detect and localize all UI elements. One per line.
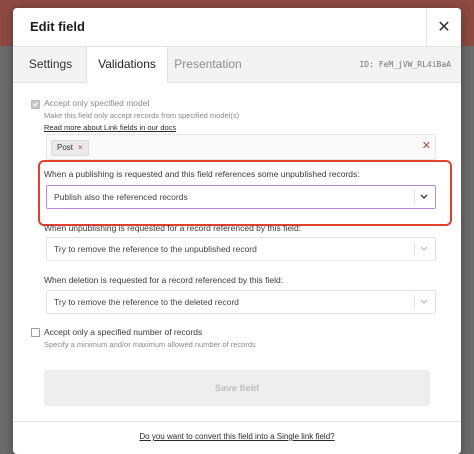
publishing-select-value: Publish also the referenced records	[54, 192, 188, 202]
close-button[interactable]: ✕	[426, 8, 461, 46]
select-divider	[414, 295, 415, 309]
modal-footer: Do you want to convert this field into a…	[13, 421, 461, 454]
close-icon: ✕	[437, 19, 451, 36]
tab-settings[interactable]: Settings	[13, 47, 88, 82]
convert-field-link[interactable]: Do you want to convert this field into a…	[13, 432, 461, 441]
deletion-label: When deletion is requested for a record …	[44, 275, 284, 285]
unpublishing-label: When unpublishing is requested for a rec…	[44, 223, 302, 233]
tab-bar: Settings Validations Presentation ID: Fe…	[13, 47, 461, 83]
modal-title: Edit field	[30, 19, 85, 34]
select-divider	[414, 242, 415, 256]
clear-models-icon[interactable]: ✕	[422, 139, 431, 152]
publishing-select[interactable]: Publish also the referenced records	[46, 185, 436, 209]
chevron-down-icon	[420, 246, 428, 251]
unpublishing-select[interactable]: Try to remove the reference to the unpub…	[46, 237, 436, 261]
accept-model-label: Accept only specified model	[44, 98, 150, 108]
deletion-select[interactable]: Try to remove the reference to the delet…	[46, 290, 436, 314]
save-field-button[interactable]: Save field	[44, 370, 430, 406]
modal-header: Edit field ✕	[13, 8, 461, 47]
docs-link[interactable]: Read more about Link fields in our docs	[44, 123, 176, 132]
unpublishing-select-value: Try to remove the reference to the unpub…	[54, 244, 257, 254]
chevron-down-icon	[420, 299, 428, 304]
field-id: ID: FeM_jVW_RL4iBaA	[359, 60, 451, 69]
accept-model-checkbox[interactable]	[31, 100, 40, 109]
edit-field-modal: Edit field ✕ Settings Validations Presen…	[13, 8, 461, 454]
chevron-down-icon	[420, 194, 428, 199]
remove-chip-icon[interactable]: ×	[78, 141, 83, 155]
accept-number-checkbox[interactable]	[31, 328, 40, 337]
accept-number-hint: Specify a minimum and/or maximum allowed…	[44, 340, 256, 349]
publishing-label: When a publishing is requested and this …	[44, 169, 360, 179]
deletion-select-value: Try to remove the reference to the delet…	[54, 297, 239, 307]
tab-validations[interactable]: Validations	[86, 47, 168, 83]
model-selector[interactable]: Post × ✕	[46, 134, 436, 160]
model-chip-label: Post	[57, 143, 74, 152]
model-chip: Post ×	[51, 140, 89, 156]
select-divider	[414, 190, 415, 204]
accept-number-label: Accept only a specified number of record…	[44, 327, 203, 337]
tab-presentation[interactable]: Presentation	[168, 47, 248, 82]
accept-model-hint: Make this field only accept records from…	[44, 111, 240, 120]
